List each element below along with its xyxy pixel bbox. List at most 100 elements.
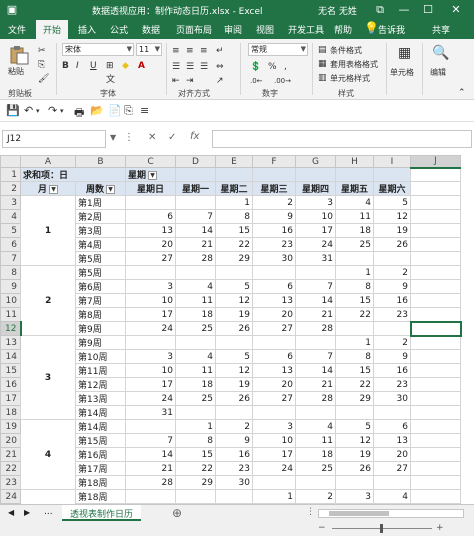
print-preview-icon[interactable]: 🖶: [74, 104, 84, 123]
zoom-in-button[interactable]: +: [436, 523, 444, 533]
day-cell[interactable]: 5: [335, 419, 374, 434]
pivot-column-field[interactable]: 星期 ▼: [125, 167, 176, 182]
day-cell[interactable]: 6: [252, 279, 296, 294]
day-cell[interactable]: [175, 265, 216, 280]
borders-icon[interactable]: ⊞: [106, 60, 114, 72]
day-cell[interactable]: 8: [175, 433, 216, 448]
decrease-decimal-icon[interactable]: .00→: [274, 75, 291, 87]
column-header-f[interactable]: F: [252, 155, 296, 168]
day-cell[interactable]: 1: [175, 419, 216, 434]
column-header-d[interactable]: D: [175, 155, 216, 168]
tab-home[interactable]: 开始: [36, 20, 69, 39]
row-header[interactable]: 12: [0, 321, 22, 336]
column-header-c[interactable]: C: [125, 155, 176, 168]
day-cell[interactable]: 9: [252, 209, 296, 224]
horizontal-scrollbar[interactable]: [318, 509, 464, 518]
day-cell[interactable]: 23: [215, 461, 253, 476]
day-cell[interactable]: 25: [175, 321, 216, 336]
day-cell[interactable]: 21: [175, 237, 216, 252]
empty-cell[interactable]: [410, 195, 461, 210]
cells-icon[interactable]: ▦: [398, 46, 411, 60]
day-cell[interactable]: 31: [295, 251, 336, 266]
comma-style-icon[interactable]: ,: [284, 61, 287, 73]
day-cell[interactable]: 6: [125, 209, 176, 224]
phonetic-icon[interactable]: 文: [106, 74, 115, 86]
column-header-b[interactable]: B: [75, 155, 126, 168]
align-middle-icon[interactable]: ≡: [186, 45, 194, 57]
orientation-icon[interactable]: ↗: [216, 75, 224, 87]
pivot-row-field-week[interactable]: 周数 ▼: [75, 181, 126, 196]
filter-dropdown-icon[interactable]: ▼: [106, 185, 115, 194]
day-cell[interactable]: 9: [373, 349, 411, 364]
new-file-icon[interactable]: 📄: [108, 104, 122, 117]
day-cell[interactable]: 1: [335, 335, 374, 350]
day-cell[interactable]: 24: [252, 461, 296, 476]
conditional-format-icon[interactable]: ▤: [318, 44, 327, 56]
empty-cell[interactable]: [410, 209, 461, 224]
align-left-icon[interactable]: ☰: [172, 61, 180, 73]
empty-cell[interactable]: [410, 223, 461, 238]
day-cell[interactable]: 26: [335, 461, 374, 476]
empty-cell[interactable]: [410, 419, 461, 434]
align-top-icon[interactable]: ≡: [172, 45, 180, 57]
day-cell[interactable]: 25: [335, 237, 374, 252]
month-cell[interactable]: 1: [20, 195, 76, 266]
week-cell[interactable]: 第3周: [75, 223, 126, 238]
day-cell[interactable]: 18: [335, 223, 374, 238]
week-cell[interactable]: 第16周: [75, 447, 126, 462]
fill-color-icon[interactable]: ◆: [122, 60, 129, 72]
tab-view[interactable]: 视图: [256, 23, 274, 36]
row-header[interactable]: 10: [0, 293, 21, 308]
empty-cell[interactable]: [410, 167, 461, 182]
day-cell[interactable]: 2: [252, 195, 296, 210]
day-cell[interactable]: 10: [252, 433, 296, 448]
day-cell[interactable]: [252, 405, 296, 420]
day-cell[interactable]: 23: [252, 237, 296, 252]
chevron-down-icon[interactable]: ▾: [36, 107, 40, 115]
empty-cell[interactable]: [410, 251, 461, 266]
day-cell[interactable]: 22: [175, 461, 216, 476]
day-cell[interactable]: 2: [373, 265, 411, 280]
empty-cell[interactable]: [410, 447, 461, 462]
row-header[interactable]: 21: [0, 447, 21, 462]
day-cell[interactable]: 3: [295, 195, 336, 210]
cancel-entry-button[interactable]: ✕: [148, 132, 156, 143]
insert-function-button[interactable]: fx: [190, 131, 199, 142]
day-cell[interactable]: 17: [125, 307, 176, 322]
day-cell[interactable]: 12: [215, 363, 253, 378]
filter-dropdown-icon[interactable]: ▼: [49, 185, 58, 194]
zoom-out-button[interactable]: −: [318, 523, 326, 533]
decrease-indent-icon[interactable]: ⇤: [172, 75, 180, 87]
day-cell[interactable]: 1: [215, 195, 253, 210]
day-cell[interactable]: 3: [125, 279, 176, 294]
day-cell[interactable]: 19: [373, 223, 411, 238]
day-cell[interactable]: 13: [373, 433, 411, 448]
day-cell[interactable]: 26: [215, 391, 253, 406]
tab-split-handle[interactable]: ⋮: [306, 507, 315, 517]
row-header[interactable]: 11: [0, 307, 21, 322]
weekday-header[interactable]: 星期六: [373, 181, 411, 196]
increase-decimal-icon[interactable]: .0←: [250, 75, 263, 87]
day-cell[interactable]: 20: [125, 237, 176, 252]
editing-icon[interactable]: 🔍: [432, 46, 449, 60]
day-cell[interactable]: 2: [215, 419, 253, 434]
week-cell[interactable]: 第9周: [75, 335, 126, 350]
month-cell[interactable]: 5: [20, 489, 76, 504]
day-cell[interactable]: 2: [373, 335, 411, 350]
collapse-ribbon-icon[interactable]: ⌃: [458, 87, 466, 99]
save-icon[interactable]: 💾: [6, 104, 20, 117]
day-cell[interactable]: 24: [295, 237, 336, 252]
day-cell[interactable]: 29: [175, 475, 216, 490]
day-cell[interactable]: 19: [335, 447, 374, 462]
day-cell[interactable]: 14: [175, 223, 216, 238]
pivot-row-field-month[interactable]: 月 ▼: [20, 181, 76, 196]
tell-me-search[interactable]: 告诉我: [378, 23, 405, 36]
row-header[interactable]: 8: [0, 265, 21, 280]
conditional-format-button[interactable]: 条件格式: [330, 45, 362, 56]
column-header-j[interactable]: J: [410, 155, 461, 169]
tab-review[interactable]: 审阅: [224, 23, 242, 36]
day-cell[interactable]: 11: [335, 209, 374, 224]
day-cell[interactable]: [175, 195, 216, 210]
percent-style-button[interactable]: %: [268, 61, 277, 73]
row-header[interactable]: 3: [0, 195, 21, 210]
